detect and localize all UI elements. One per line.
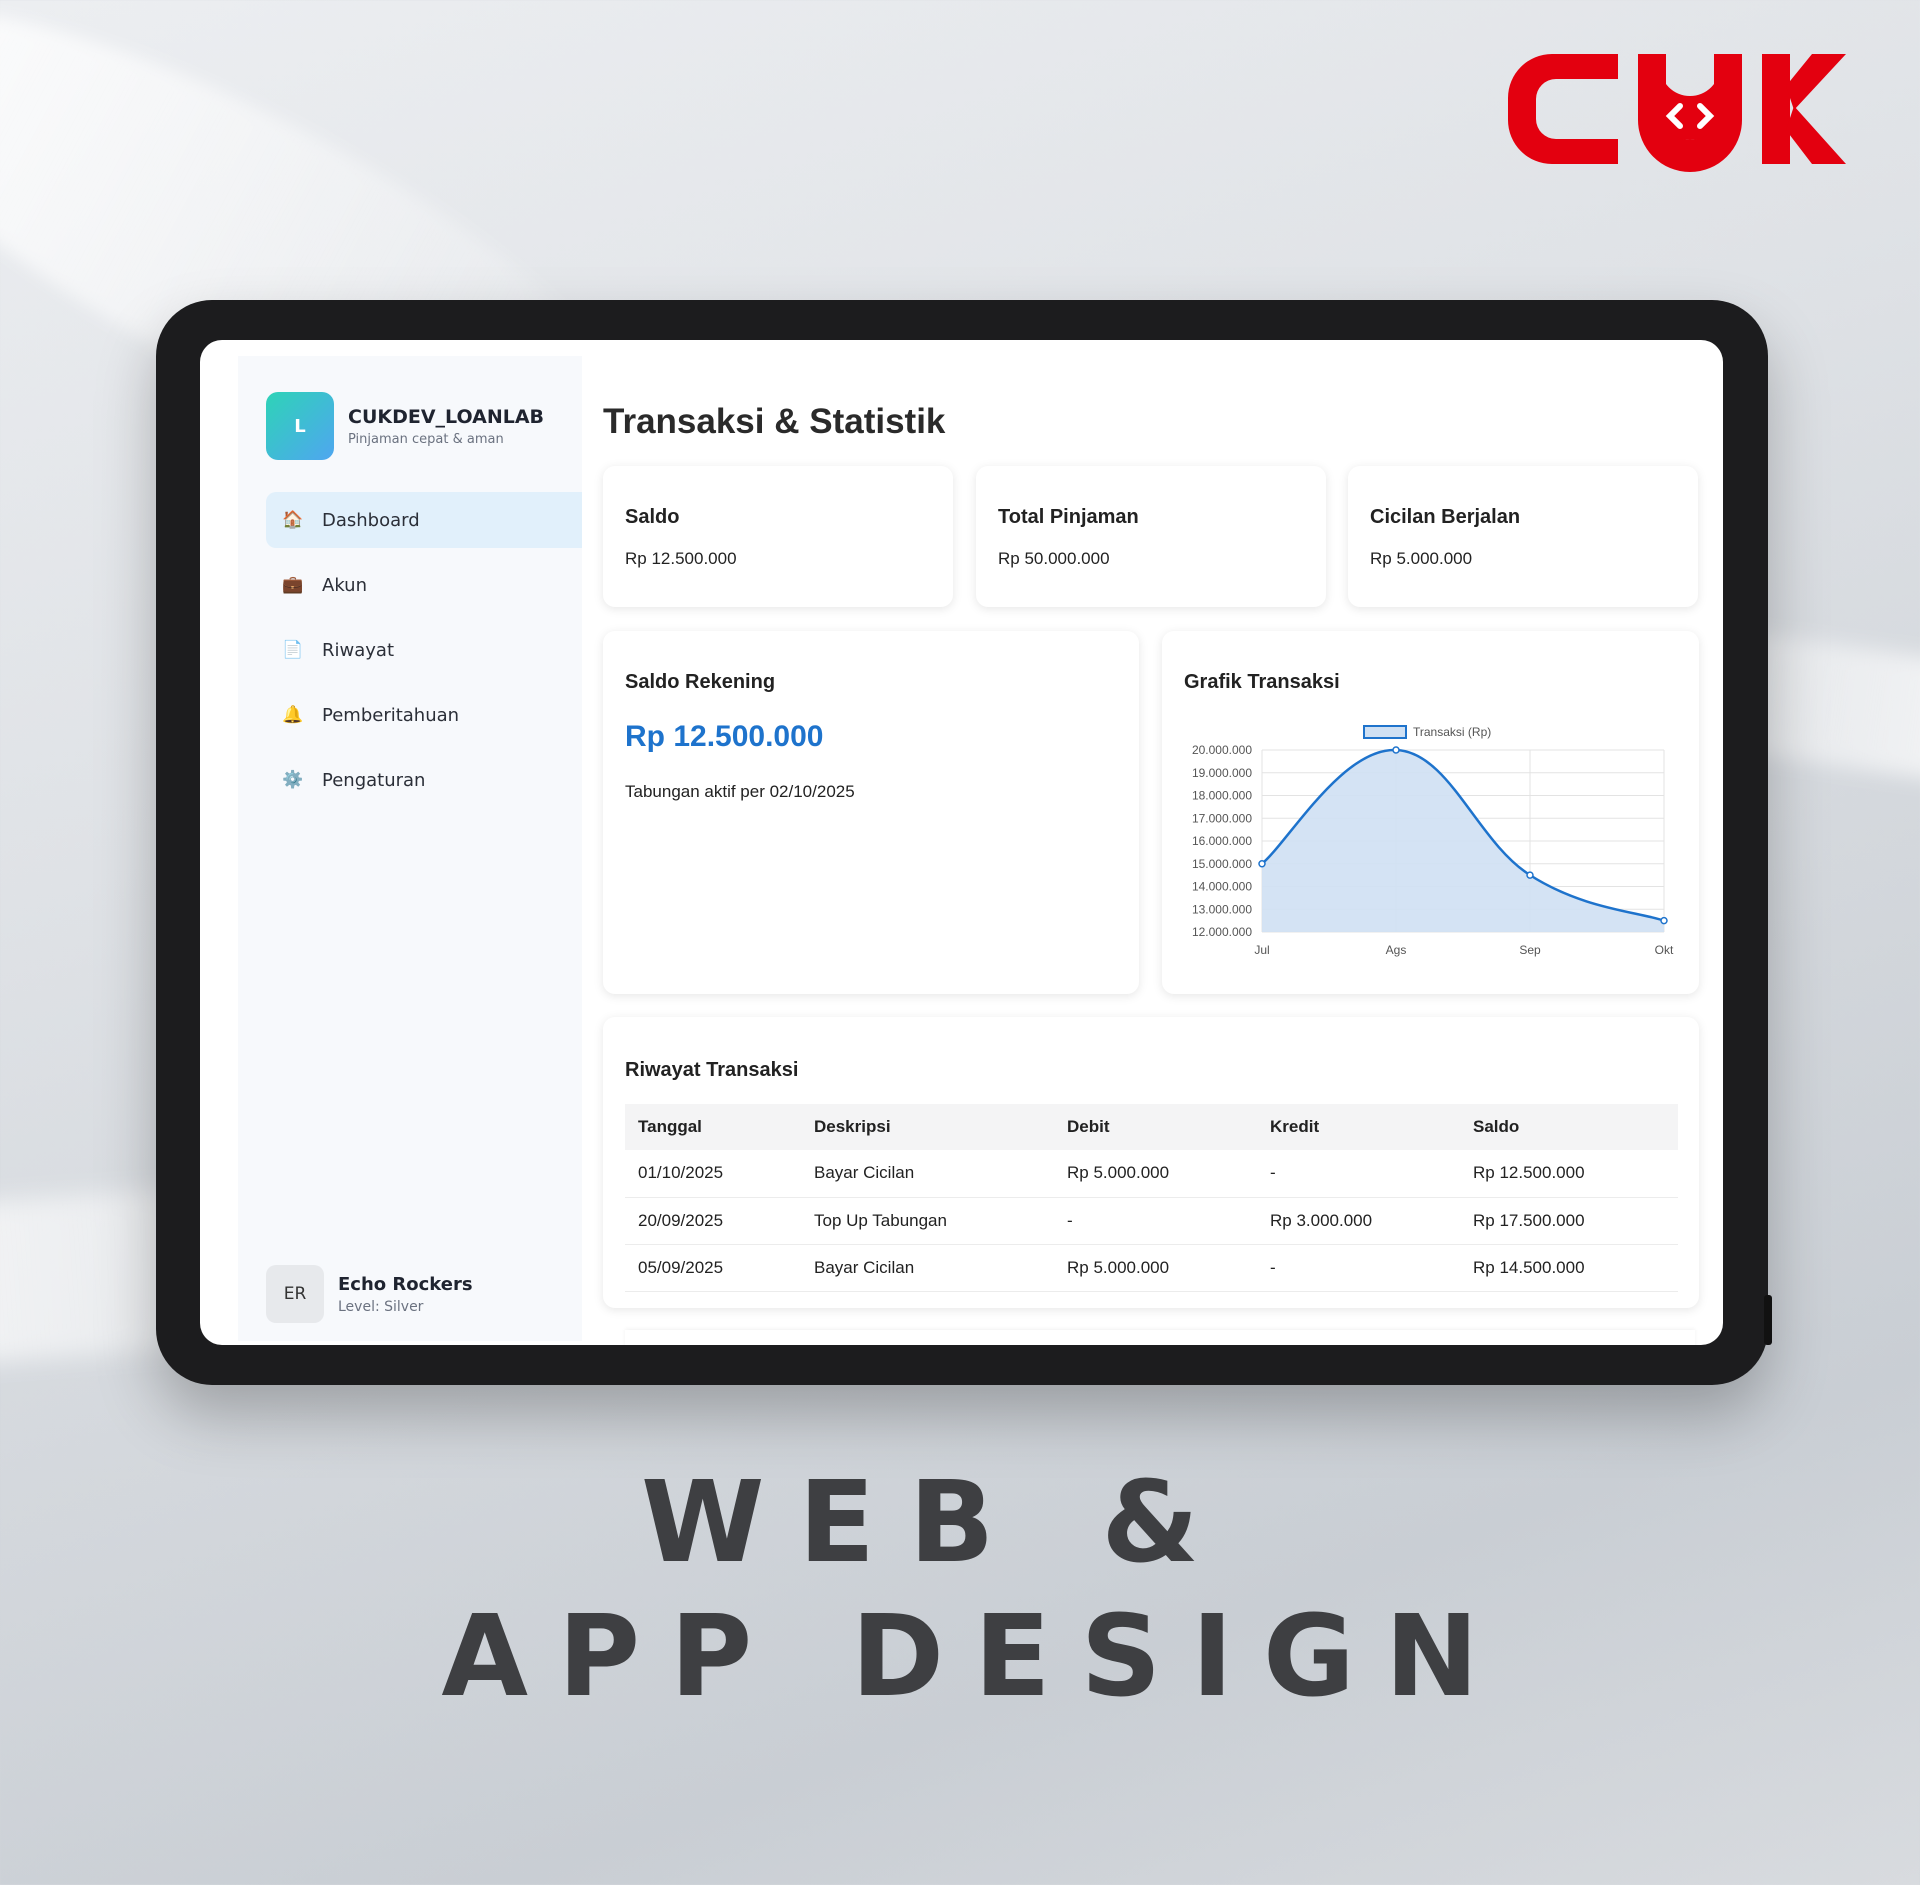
history-table: Tanggal Deskripsi Debit Kredit Saldo 01/… bbox=[625, 1104, 1678, 1292]
y-tick-label: 13.000.000 bbox=[1192, 902, 1252, 916]
house-icon: 🏠 bbox=[282, 510, 304, 529]
table-cell: 20/09/2025 bbox=[625, 1197, 801, 1245]
y-tick-label: 18.000.000 bbox=[1192, 789, 1252, 803]
column-header: Tanggal bbox=[625, 1104, 801, 1150]
table-cell: Rp 3.000.000 bbox=[1257, 1197, 1460, 1245]
data-point bbox=[1258, 860, 1266, 868]
cuk-brand-logo bbox=[1508, 54, 1846, 172]
y-tick-label: 20.000.000 bbox=[1192, 743, 1252, 757]
app-screen: L CUKDEV_LOANLAB Pinjaman cepat & aman 🏠… bbox=[200, 340, 1723, 1345]
data-point bbox=[1660, 916, 1668, 925]
saldo-rekening-card: Saldo Rekening Rp 12.500.000 Tabungan ak… bbox=[603, 631, 1139, 994]
stat-value: Rp 5.000.000 bbox=[1370, 549, 1473, 568]
table-cell: Rp 5.000.000 bbox=[1054, 1244, 1257, 1292]
stat-value: Rp 50.000.000 bbox=[998, 549, 1110, 568]
caption-line-2: APP DESIGN bbox=[441, 1592, 1509, 1722]
x-tick-label: Jul bbox=[1254, 943, 1269, 957]
stat-card-cicilan-berjalan: Cicilan Berjalan Rp 5.000.000 bbox=[1348, 466, 1698, 607]
user-level: Level: Silver bbox=[338, 1298, 424, 1315]
table-cell: Bayar Cicilan bbox=[801, 1244, 1054, 1292]
table-cell: Top Up Tabungan bbox=[801, 1197, 1054, 1245]
sidebar-nav: 🏠 Dashboard 💼 Akun 📄 Riwayat 🔔 Pemberita… bbox=[266, 492, 582, 817]
legend-swatch bbox=[1363, 725, 1407, 739]
sidebar-item-label: Riwayat bbox=[322, 639, 394, 661]
data-point bbox=[1526, 871, 1534, 879]
sidebar-item-dashboard[interactable]: 🏠 Dashboard bbox=[266, 492, 582, 548]
card-title: Saldo Rekening bbox=[625, 671, 776, 693]
chart-card: Grafik Transaksi 12.000.000 13.000.000 14.… bbox=[1162, 631, 1699, 994]
app-logo-avatar: L bbox=[266, 392, 334, 460]
table-cell: - bbox=[1257, 1150, 1460, 1198]
table-row[interactable]: 20/09/2025 Top Up Tabungan - Rp 3.000.00… bbox=[625, 1197, 1678, 1245]
app-name: CUKDEV_LOANLAB bbox=[348, 405, 545, 428]
page-title: Transaksi & Statistik bbox=[603, 402, 946, 441]
stat-card-saldo: Saldo Rp 12.500.000 bbox=[603, 466, 953, 607]
user-name: Echo Rockers bbox=[338, 1273, 473, 1295]
x-tick-label: Ags bbox=[1386, 943, 1407, 957]
y-tick-label: 14.000.000 bbox=[1192, 880, 1252, 894]
transaction-chart: 12.000.000 13.000.000 14.000.000 15.000.000… bbox=[1192, 725, 1674, 957]
stat-value: Rp 12.500.000 bbox=[625, 549, 737, 568]
sidebar-item-label: Pengaturan bbox=[322, 769, 426, 791]
stat-title: Saldo bbox=[625, 506, 680, 528]
briefcase-icon: 💼 bbox=[282, 575, 304, 594]
saldo-amount: Rp 12.500.000 bbox=[625, 720, 824, 753]
sidebar: L CUKDEV_LOANLAB Pinjaman cepat & aman 🏠… bbox=[238, 356, 582, 1341]
sidebar-item-pengaturan[interactable]: ⚙️ Pengaturan bbox=[266, 752, 582, 808]
user-profile[interactable]: ER Echo Rockers Level: Silver bbox=[266, 1265, 473, 1323]
document-icon: 📄 bbox=[282, 640, 304, 659]
table-cell: 01/10/2025 bbox=[625, 1150, 801, 1198]
y-tick-label: 17.000.000 bbox=[1192, 811, 1252, 825]
y-tick-label: 19.000.000 bbox=[1192, 766, 1252, 780]
table-cell: Rp 12.500.000 bbox=[1460, 1150, 1678, 1198]
stat-title: Total Pinjaman bbox=[998, 506, 1139, 528]
y-tick-label: 12.000.000 bbox=[1192, 925, 1252, 939]
saldo-note: Tabungan aktif per 02/10/2025 bbox=[625, 782, 855, 801]
stat-card-total-pinjaman: Total Pinjaman Rp 50.000.000 bbox=[976, 466, 1326, 607]
sidebar-item-akun[interactable]: 💼 Akun bbox=[266, 557, 582, 613]
table-cell: - bbox=[1054, 1197, 1257, 1245]
x-tick-label: Okt bbox=[1655, 943, 1674, 957]
sidebar-item-label: Dashboard bbox=[322, 509, 420, 531]
stat-title: Cicilan Berjalan bbox=[1370, 506, 1521, 528]
next-card-edge bbox=[625, 1330, 1695, 1345]
avatar: ER bbox=[266, 1265, 324, 1323]
y-tick-label: 15.000.000 bbox=[1192, 857, 1252, 871]
table-cell: Rp 17.500.000 bbox=[1460, 1197, 1678, 1245]
card-title: Riwayat Transaksi bbox=[625, 1059, 799, 1081]
column-header: Kredit bbox=[1257, 1104, 1460, 1150]
data-point bbox=[1392, 746, 1400, 754]
caption-line-1: WEB & bbox=[640, 1458, 1234, 1588]
app-brand[interactable]: L CUKDEV_LOANLAB Pinjaman cepat & aman bbox=[266, 392, 544, 460]
table-header-row: Tanggal Deskripsi Debit Kredit Saldo bbox=[625, 1104, 1678, 1150]
legend-label: Transaksi (Rp) bbox=[1413, 725, 1491, 739]
x-tick-label: Sep bbox=[1519, 943, 1541, 957]
table-cell: Bayar Cicilan bbox=[801, 1150, 1054, 1198]
bell-icon: 🔔 bbox=[282, 705, 304, 724]
table-cell: - bbox=[1257, 1244, 1460, 1292]
column-header: Debit bbox=[1054, 1104, 1257, 1150]
table-row[interactable]: 01/10/2025 Bayar Cicilan Rp 5.000.000 - … bbox=[625, 1150, 1678, 1198]
sidebar-item-label: Akun bbox=[322, 574, 367, 596]
gear-icon: ⚙️ bbox=[282, 770, 304, 789]
sidebar-item-pemberitahuan[interactable]: 🔔 Pemberitahuan bbox=[266, 687, 582, 743]
tablet-power-button bbox=[1764, 1295, 1772, 1345]
sidebar-item-riwayat[interactable]: 📄 Riwayat bbox=[266, 622, 582, 678]
table-cell: Rp 5.000.000 bbox=[1054, 1150, 1257, 1198]
app-tagline: Pinjaman cepat & aman bbox=[348, 431, 504, 447]
sidebar-item-label: Pemberitahuan bbox=[322, 704, 460, 726]
history-card: Riwayat Transaksi Tanggal Deskripsi Debi… bbox=[603, 1017, 1699, 1308]
table-cell: 05/09/2025 bbox=[625, 1244, 801, 1292]
y-tick-label: 16.000.000 bbox=[1192, 834, 1252, 848]
column-header: Saldo bbox=[1460, 1104, 1678, 1150]
table-cell: Rp 14.500.000 bbox=[1460, 1244, 1678, 1292]
table-row[interactable]: 05/09/2025 Bayar Cicilan Rp 5.000.000 - … bbox=[625, 1244, 1678, 1292]
column-header: Deskripsi bbox=[801, 1104, 1054, 1150]
